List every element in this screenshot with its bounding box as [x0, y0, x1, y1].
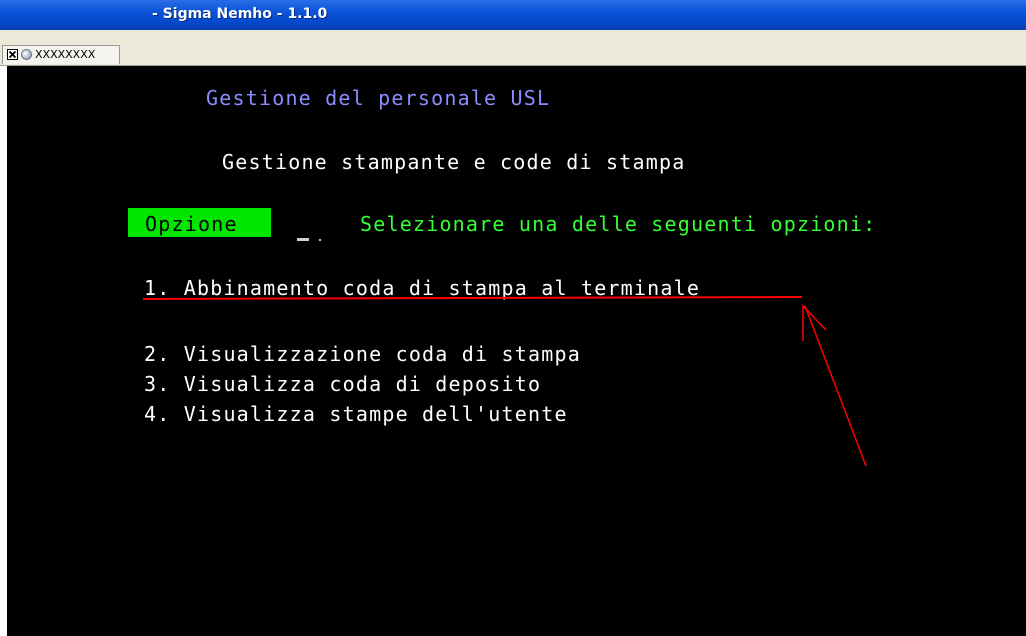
status-circle-icon — [21, 49, 32, 60]
option-prompt: Selezionare una delle seguenti opzioni: — [360, 212, 877, 236]
option-input[interactable] — [297, 230, 325, 242]
session-tab-strip: XXXXXXXX — [0, 30, 1026, 66]
input-cursor — [297, 238, 309, 241]
screen-subheader: Gestione stampante e code di stampa — [222, 150, 686, 174]
menu-item-4[interactable]: 4. Visualizza stampe dell'utente — [144, 402, 568, 426]
session-tab-label: XXXXXXXX — [35, 48, 96, 61]
terminal-screen[interactable]: Gestione del personale USL Gestione stam… — [7, 66, 1026, 636]
screen-header: Gestione del personale USL — [206, 86, 551, 110]
window-title: - Sigma Nemho - 1.1.0 — [152, 6, 328, 22]
window-title-bar[interactable]: - Sigma Nemho - 1.1.0 — [0, 0, 1026, 30]
menu-item-1[interactable]: 1. Abbinamento coda di stampa al termina… — [144, 276, 700, 300]
option-label: Opzione — [145, 212, 238, 236]
session-tab[interactable]: XXXXXXXX — [2, 45, 120, 64]
input-placeholder-dot — [319, 239, 321, 241]
menu-item-2[interactable]: 2. Visualizzazione coda di stampa — [144, 342, 581, 366]
close-icon[interactable] — [7, 49, 18, 60]
menu-item-3[interactable]: 3. Visualizza coda di deposito — [144, 372, 541, 396]
